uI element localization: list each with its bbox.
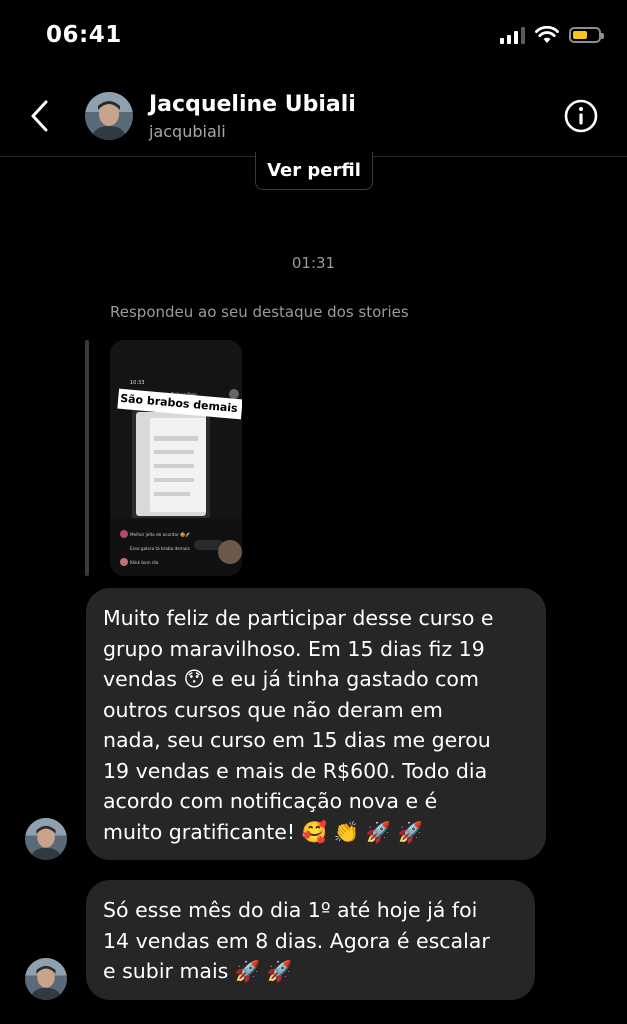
status-time: 06:41 [46,22,122,48]
view-profile-button[interactable]: Ver perfil [255,152,373,190]
avatar[interactable] [85,92,133,140]
avatar[interactable] [25,958,67,1000]
back-arrow-icon[interactable] [26,98,56,134]
chat-header: Jacqueline Ubiali jacqubiali [0,80,627,156]
message-timestamp: 01:31 [291,254,336,272]
status-icons [500,26,604,44]
story-comment-3: Kkkk bom dia [130,560,159,565]
wifi-icon [535,26,559,43]
screen: 06:41 Jacqueline Ubiali jacqubiali Ver p… [0,0,627,1024]
story-reply-label: Respondeu ao seu destaque dos stories [110,303,409,321]
story-time: 10:33 [130,380,144,386]
message-bubble[interactable]: Só esse mês do dia 1º até hoje já foi 14… [86,880,535,1000]
contact-username[interactable]: jacqubiali [149,122,226,141]
story-comment-1: Melhor jeito de acordar 🤩🚀 [130,532,191,537]
story-thumbnail[interactable]: 10:33 Tribo do Tráfego Pago Melhor jeito… [110,340,242,576]
battery-icon [569,27,604,43]
avatar[interactable] [25,818,67,860]
signal-icon [500,26,525,44]
message-bubble[interactable]: Muito feliz de participar desse curso e … [86,588,546,860]
story-preview-image: 10:33 Tribo do Tráfego Pago Melhor jeito… [110,340,242,576]
contact-name[interactable]: Jacqueline Ubiali [149,92,356,117]
info-icon[interactable] [563,98,599,134]
story-comment-2: Essa galera tá braba demais [130,546,190,551]
reply-indicator-bar [85,340,89,576]
